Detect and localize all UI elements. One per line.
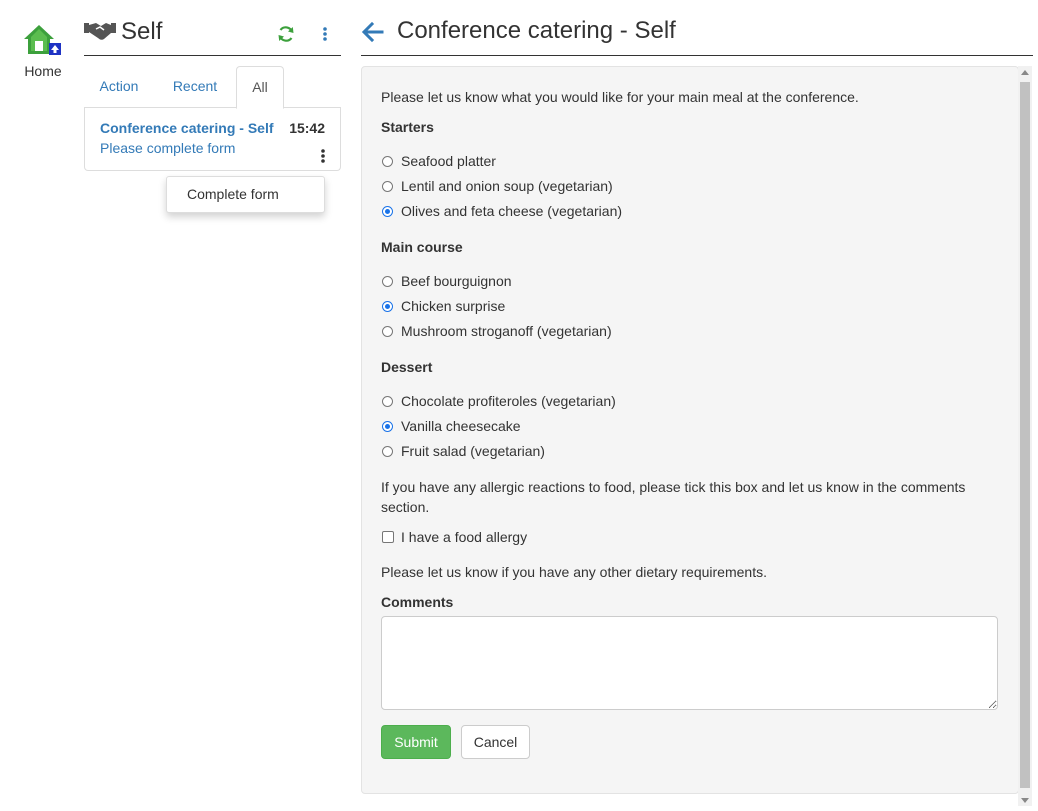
task-context-menu: Complete form	[166, 176, 325, 213]
task-item[interactable]: Conference catering - Self 15:42 Please …	[84, 108, 341, 171]
radio-dessert-profiteroles[interactable]	[382, 396, 393, 407]
allergy-instructions: If you have any allergic reactions to fo…	[381, 479, 966, 495]
task-tabs: Action Recent All	[84, 66, 341, 109]
section-heading-main-course: Main course	[381, 239, 463, 255]
section-heading-starters: Starters	[381, 119, 434, 135]
radio-main-mushroom[interactable]	[382, 326, 393, 337]
menu-item-complete-form[interactable]: Complete form	[187, 186, 279, 202]
option-label: Fruit salad (vegetarian)	[401, 443, 545, 459]
radio-dessert-cheesecake[interactable]	[382, 421, 393, 432]
radio-dessert-fruit-salad[interactable]	[382, 446, 393, 457]
home-label: Home	[24, 63, 62, 79]
submit-button[interactable]: Submit	[381, 725, 451, 759]
option-label: Chocolate profiteroles (vegetarian)	[401, 393, 616, 409]
option-label: Mushroom stroganoff (vegetarian)	[401, 323, 612, 339]
scroll-thumb[interactable]	[1020, 82, 1030, 788]
task-time: 15:42	[289, 120, 325, 136]
form-intro: Please let us know what you would like f…	[381, 89, 859, 105]
radio-starter-seafood[interactable]	[382, 156, 393, 167]
task-menu-icon[interactable]	[320, 148, 326, 164]
option-label: Lentil and onion soup (vegetarian)	[401, 178, 613, 194]
option-label: Olives and feta cheese (vegetarian)	[401, 203, 623, 219]
radio-main-beef[interactable]	[382, 276, 393, 287]
allergy-instructions-cont: section.	[381, 499, 430, 515]
task-subtitle-link[interactable]: Please complete form	[100, 140, 235, 156]
radio-starter-soup[interactable]	[382, 181, 393, 192]
home-icon	[24, 25, 61, 55]
tab-action[interactable]: Action	[84, 66, 154, 106]
scroll-up-arrow-icon[interactable]	[1021, 70, 1029, 75]
handshake-icon	[84, 23, 116, 40]
option-label: Chicken surprise	[401, 298, 506, 314]
tab-recent[interactable]: Recent	[160, 66, 230, 106]
scroll-down-arrow-icon[interactable]	[1021, 798, 1029, 803]
comments-textarea[interactable]	[381, 616, 998, 710]
comments-label: Comments	[381, 594, 454, 610]
option-label: Vanilla cheesecake	[401, 418, 521, 434]
more-options-icon[interactable]	[318, 25, 332, 43]
food-allergy-label: I have a food allergy	[401, 529, 528, 545]
option-label: Seafood platter	[401, 153, 496, 169]
dietary-instructions: Please let us know if you have any other…	[381, 564, 767, 580]
form-header: Conference catering - Self	[361, 14, 1033, 56]
form-title: Conference catering - Self	[397, 17, 676, 44]
food-allergy-checkbox[interactable]	[382, 531, 394, 543]
task-title-link[interactable]: Conference catering - Self	[100, 120, 274, 136]
catering-form: Please let us know what you would like f…	[361, 66, 1019, 794]
task-panel-title: Self	[121, 18, 163, 45]
section-heading-dessert: Dessert	[381, 359, 433, 375]
radio-main-chicken[interactable]	[382, 301, 393, 312]
task-panel-header: Self	[84, 14, 341, 56]
radio-starter-olives[interactable]	[382, 206, 393, 217]
tab-all[interactable]: All	[236, 66, 284, 109]
back-arrow-icon[interactable]	[361, 20, 385, 44]
form-scrollbar[interactable]	[1018, 66, 1032, 806]
option-label: Beef bourguignon	[401, 273, 512, 289]
home-button[interactable]: Home	[14, 22, 72, 79]
refresh-icon[interactable]	[277, 25, 295, 43]
cancel-button[interactable]: Cancel	[461, 725, 530, 759]
